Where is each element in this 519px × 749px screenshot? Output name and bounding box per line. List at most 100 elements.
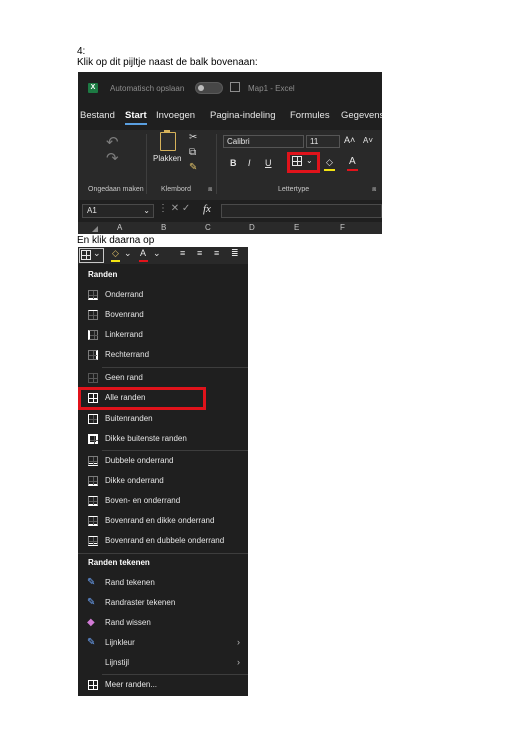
menu-item-label: Onderrand bbox=[105, 290, 144, 299]
dialog-launcher-icon[interactable]: ⧈ bbox=[372, 186, 376, 194]
column-headers: A B C D E F bbox=[78, 222, 382, 234]
right-border-icon bbox=[88, 350, 98, 360]
borders-icon[interactable] bbox=[81, 250, 91, 260]
menu-item-label: Dikke buitenste randen bbox=[105, 434, 187, 443]
eraser-icon: ◆ bbox=[87, 617, 95, 628]
excel-ribbon-screenshot: X Automatisch opslaan Map1 - Excel Besta… bbox=[78, 72, 382, 234]
italic-button[interactable]: I bbox=[248, 158, 251, 168]
step-number: 4: bbox=[77, 46, 86, 57]
format-painter-icon[interactable]: ✎ bbox=[189, 162, 197, 173]
draw-border-grid-icon: ✎ bbox=[87, 597, 96, 608]
bold-button[interactable]: B bbox=[230, 158, 237, 168]
select-all-icon[interactable] bbox=[92, 226, 98, 232]
menu-item-label: Rand tekenen bbox=[105, 578, 155, 587]
thick-outside-borders-icon bbox=[88, 434, 98, 444]
save-icon[interactable] bbox=[230, 82, 240, 92]
fill-color-icon[interactable]: ◇ bbox=[326, 157, 333, 168]
menu-item-label: Lijnkleur bbox=[105, 638, 135, 647]
line-color-icon: ✎ bbox=[87, 637, 96, 648]
tab-formules[interactable]: Formules bbox=[290, 110, 330, 121]
font-color-button[interactable]: A bbox=[140, 248, 146, 258]
shrink-font-button[interactable]: A˅ bbox=[363, 136, 373, 145]
dialog-launcher-icon[interactable]: ⧈ bbox=[208, 186, 212, 194]
menu-item-dikke-onderrand[interactable]: Dikke onderrand bbox=[78, 472, 248, 491]
menu-separator bbox=[78, 553, 248, 554]
fill-color-swatch bbox=[111, 260, 120, 262]
menu-item-linkerrand[interactable]: Linkerrand bbox=[78, 326, 248, 345]
menu-item-label: Dikke onderrand bbox=[105, 476, 164, 485]
menu-item-onderrand[interactable]: Onderrand bbox=[78, 286, 248, 305]
borders-menu: ⌄ ◇ ⌄ A ⌄ ≡ ≡ ≡ ≣ Randen Onderrand Boven… bbox=[78, 247, 248, 696]
menu-item-label: Bovenrand en dubbele onderrand bbox=[105, 536, 225, 545]
menu-item-dikke-buitenste-randen[interactable]: Dikke buitenste randen bbox=[78, 430, 248, 449]
align-center-icon[interactable]: ≡ bbox=[197, 248, 202, 258]
chevron-right-icon: › bbox=[237, 637, 240, 647]
font-color-button[interactable]: A bbox=[349, 156, 356, 167]
menu-item-bovenrand[interactable]: Bovenrand bbox=[78, 306, 248, 325]
double-bottom-border-icon bbox=[88, 456, 98, 466]
autosave-toggle[interactable] bbox=[195, 82, 223, 94]
alle-randen-highlight bbox=[78, 387, 206, 410]
menu-item-geen-rand[interactable]: Geen rand bbox=[78, 369, 248, 388]
menu-item-dubbele-onderrand[interactable]: Dubbele onderrand bbox=[78, 452, 248, 471]
tab-invoegen[interactable]: Invoegen bbox=[156, 110, 195, 121]
grow-font-button[interactable]: A˄ bbox=[344, 135, 355, 145]
column-header[interactable]: F bbox=[340, 223, 345, 232]
thick-bottom-border-icon bbox=[88, 476, 98, 486]
column-header[interactable]: C bbox=[205, 223, 211, 232]
column-header[interactable]: E bbox=[294, 223, 299, 232]
clipboard-icon[interactable] bbox=[160, 130, 176, 151]
menu-item-randraster-tekenen[interactable]: ✎ Randraster tekenen bbox=[78, 594, 248, 613]
fill-color-icon[interactable]: ◇ bbox=[112, 248, 119, 259]
chevron-down-icon[interactable]: ⌄ bbox=[143, 205, 150, 217]
font-size-select[interactable]: 11 bbox=[306, 135, 340, 148]
top-border-icon bbox=[88, 310, 98, 320]
tab-gegevens[interactable]: Gegevens bbox=[341, 110, 382, 121]
menu-item-bovenrand-en-dubbele-onderrand[interactable]: Bovenrand en dubbele onderrand bbox=[78, 532, 248, 551]
menu-item-label: Boven- en onderrand bbox=[105, 496, 181, 505]
menu-item-rand-tekenen[interactable]: ✎ Rand tekenen bbox=[78, 574, 248, 593]
group-label-font: Lettertype bbox=[278, 186, 310, 193]
menu-item-lijnstijl[interactable]: Lijnstijl › bbox=[78, 654, 248, 673]
align-left-icon[interactable]: ≡ bbox=[180, 248, 185, 258]
name-box[interactable]: A1 ⌄ bbox=[82, 204, 154, 218]
tab-start[interactable]: Start bbox=[125, 110, 147, 125]
scissors-icon[interactable]: ✂ bbox=[189, 132, 197, 143]
chevron-down-icon[interactable]: ⌄ bbox=[153, 248, 161, 259]
column-header[interactable]: A bbox=[117, 223, 122, 232]
underline-button[interactable]: U bbox=[265, 158, 272, 168]
outside-borders-icon bbox=[88, 414, 98, 424]
chevron-down-icon[interactable]: ⌄ bbox=[124, 248, 132, 259]
menu-item-boven-en-onderrand[interactable]: Boven- en onderrand bbox=[78, 492, 248, 511]
cancel-enter-icons[interactable]: ⋮ ✕ ✓ bbox=[158, 203, 190, 214]
menu-item-meer-randen[interactable]: Meer randen... bbox=[78, 676, 248, 695]
column-header[interactable]: B bbox=[161, 223, 166, 232]
function-icon[interactable]: fx bbox=[203, 203, 211, 215]
menu-item-rechterrand[interactable]: Rechterrand bbox=[78, 346, 248, 365]
excel-logo-icon: X bbox=[88, 83, 98, 93]
formula-bar: A1 ⌄ ⋮ ✕ ✓ fx bbox=[78, 200, 382, 222]
formula-input[interactable] bbox=[221, 204, 382, 218]
tab-bestand[interactable]: Bestand bbox=[80, 110, 115, 121]
document-title: Map1 - Excel bbox=[248, 84, 295, 93]
column-header[interactable]: D bbox=[249, 223, 255, 232]
align-right-icon[interactable]: ≡ bbox=[214, 248, 219, 258]
no-border-icon bbox=[88, 373, 98, 383]
menu-separator bbox=[102, 367, 248, 368]
copy-icon[interactable]: ⧉ bbox=[189, 147, 196, 158]
menu-item-bovenrand-en-dikke-onderrand[interactable]: Bovenrand en dikke onderrand bbox=[78, 512, 248, 531]
chevron-down-icon[interactable]: ⌄ bbox=[93, 248, 101, 259]
name-box-value: A1 bbox=[87, 206, 97, 215]
ribbon: ↶ ↷ Plakken ✂ ⧉ ✎ Calibri 11 A˄ A˅ B I U… bbox=[78, 130, 382, 200]
tab-pagina-indeling[interactable]: Pagina-indeling bbox=[210, 110, 276, 121]
menu-item-label: Dubbele onderrand bbox=[105, 456, 174, 465]
redo-icon[interactable]: ↷ bbox=[106, 149, 119, 167]
menu-item-rand-wissen[interactable]: ◆ Rand wissen bbox=[78, 614, 248, 633]
wrap-icon[interactable]: ≣ bbox=[231, 248, 239, 259]
menu-item-lijnkleur[interactable]: ✎ Lijnkleur › bbox=[78, 634, 248, 653]
menu-item-buitenranden[interactable]: Buitenranden bbox=[78, 410, 248, 429]
font-name-select[interactable]: Calibri bbox=[223, 135, 304, 148]
menu-toolbar: ⌄ ◇ ⌄ A ⌄ ≡ ≡ ≡ ≣ bbox=[78, 247, 248, 264]
paste-button[interactable]: Plakken bbox=[153, 154, 181, 163]
font-color-swatch bbox=[347, 169, 358, 171]
